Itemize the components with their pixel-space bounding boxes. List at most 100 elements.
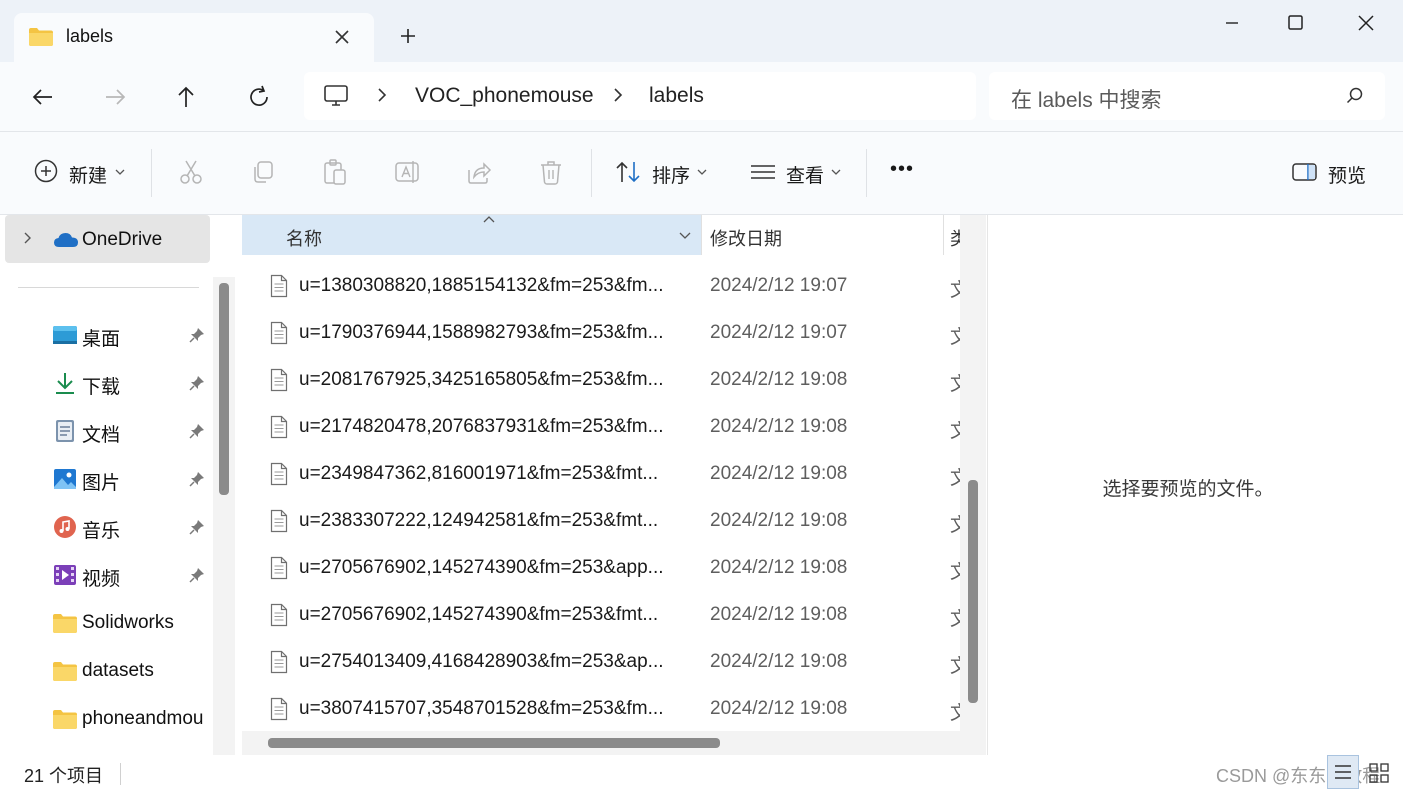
preview-pane-icon[interactable] xyxy=(1291,158,1319,186)
file-name: u=2754013409,4168428903&fm=253&ap... xyxy=(299,651,664,672)
sidebar-item-desktop[interactable]: 桌面 xyxy=(0,312,210,358)
search-icon[interactable] xyxy=(1345,86,1365,106)
chevron-down-icon[interactable] xyxy=(830,167,842,177)
file-type: 文 xyxy=(950,280,960,301)
breadcrumb-voc-phonemouse[interactable]: VOC_phonemouse xyxy=(415,84,594,108)
horizontal-scrollbar[interactable] xyxy=(242,731,960,755)
computer-icon[interactable] xyxy=(322,84,350,108)
delete-icon[interactable] xyxy=(537,158,565,186)
new-plus-icon[interactable] xyxy=(33,158,59,184)
pin-icon[interactable] xyxy=(188,518,206,536)
videos-icon xyxy=(52,562,78,588)
sidebar-item-label: 文档 xyxy=(82,425,121,446)
text-file-icon xyxy=(270,603,288,627)
sidebar-scrollbar[interactable] xyxy=(213,277,235,755)
tiles-view-icon[interactable] xyxy=(1363,755,1395,789)
share-icon[interactable] xyxy=(465,158,493,186)
sidebar-item-phoneandmou[interactable]: phoneandmou xyxy=(0,696,210,742)
minimize-icon[interactable] xyxy=(1212,8,1252,38)
file-name: u=2705676902,145274390&fm=253&fmt... xyxy=(299,604,659,625)
scrollbar-thumb[interactable] xyxy=(219,283,229,495)
more-options-button[interactable]: ••• xyxy=(890,158,914,181)
file-name: u=2383307222,124942581&fm=253&fmt... xyxy=(299,510,659,531)
pin-icon[interactable] xyxy=(188,470,206,488)
sidebar-item-datasets[interactable]: datasets xyxy=(0,648,210,694)
sort-ascending-icon xyxy=(482,215,496,225)
rename-icon[interactable] xyxy=(393,158,421,186)
cut-icon[interactable] xyxy=(177,158,205,186)
chevron-right-icon[interactable] xyxy=(21,231,35,245)
pin-icon[interactable] xyxy=(188,326,206,344)
music-icon xyxy=(52,514,78,540)
sidebar-item-label: 下载 xyxy=(82,377,121,398)
address-bar[interactable]: VOC_phonemouse labels xyxy=(304,72,976,120)
chevron-right-icon[interactable] xyxy=(608,85,628,105)
file-row[interactable]: u=3807415707,3548701528&fm=253&fm... 2024… xyxy=(242,686,960,733)
text-file-icon xyxy=(270,321,288,345)
paste-icon[interactable] xyxy=(321,158,349,186)
view-icon[interactable] xyxy=(749,158,777,186)
tab-labels[interactable]: labels xyxy=(14,13,374,62)
sort-button[interactable]: 排序 xyxy=(652,161,690,188)
file-row[interactable]: u=1790376944,1588982793&fm=253&fm... 2024… xyxy=(242,310,960,357)
file-modified-date: 2024/2/12 19:08 xyxy=(710,369,848,390)
scrollbar-thumb[interactable] xyxy=(268,738,720,748)
search-input[interactable]: 在 labels 中搜索 xyxy=(989,72,1385,120)
search-placeholder: 在 labels 中搜索 xyxy=(1011,89,1162,112)
maximize-icon[interactable] xyxy=(1276,8,1316,38)
file-row[interactable]: u=2174820478,2076837931&fm=253&fm... 2024… xyxy=(242,404,960,451)
pin-icon[interactable] xyxy=(188,566,206,584)
chevron-down-icon[interactable] xyxy=(696,167,708,177)
refresh-icon[interactable] xyxy=(242,80,276,114)
column-header-name[interactable]: 名称 xyxy=(242,215,701,255)
new-tab-button[interactable] xyxy=(394,22,422,50)
column-divider[interactable] xyxy=(701,215,702,255)
close-window-icon[interactable] xyxy=(1346,8,1386,38)
sidebar-item-downloads[interactable]: 下载 xyxy=(0,360,210,406)
file-row[interactable]: u=2705676902,145274390&fm=253&fmt... 2024… xyxy=(242,592,960,639)
file-modified-date: 2024/2/12 19:08 xyxy=(710,604,848,625)
chevron-down-icon[interactable] xyxy=(678,228,692,242)
view-button[interactable]: 查看 xyxy=(786,161,824,188)
sidebar-item-onedrive[interactable]: OneDrive xyxy=(5,215,210,263)
details-view-icon[interactable] xyxy=(1327,755,1359,789)
sidebar-item-label: 桌面 xyxy=(82,329,121,350)
sidebar-item-videos[interactable]: 视频 xyxy=(0,552,210,598)
sidebar-item-solidworks[interactable]: Solidworks xyxy=(0,600,210,646)
file-type: 文 xyxy=(950,468,960,489)
text-file-icon xyxy=(270,509,288,533)
file-modified-date: 2024/2/12 19:08 xyxy=(710,416,848,437)
forward-arrow-icon[interactable] xyxy=(98,80,132,114)
column-divider[interactable] xyxy=(943,215,944,255)
sidebar-item-documents[interactable]: 文档 xyxy=(0,408,210,454)
folder-icon xyxy=(52,610,78,636)
sort-icon[interactable] xyxy=(614,158,642,186)
text-file-icon xyxy=(270,650,288,674)
sidebar-item-pictures[interactable]: 图片 xyxy=(0,456,210,502)
folder-icon xyxy=(28,27,54,47)
file-modified-date: 2024/2/12 19:08 xyxy=(710,651,848,672)
chevron-down-icon[interactable] xyxy=(114,167,126,177)
chevron-right-icon[interactable] xyxy=(372,85,392,105)
pin-icon[interactable] xyxy=(188,422,206,440)
back-arrow-icon[interactable] xyxy=(26,80,60,114)
file-row[interactable]: u=2754013409,4168428903&fm=253&ap... 2024… xyxy=(242,639,960,686)
file-row[interactable]: u=2383307222,124942581&fm=253&fmt... 2024… xyxy=(242,498,960,545)
file-modified-date: 2024/2/12 19:08 xyxy=(710,557,848,578)
file-row[interactable]: u=2081767925,3425165805&fm=253&fm... 2024… xyxy=(242,357,960,404)
vertical-scrollbar[interactable] xyxy=(960,215,986,727)
pin-icon[interactable] xyxy=(188,374,206,392)
up-arrow-icon[interactable] xyxy=(169,80,203,114)
scrollbar-thumb[interactable] xyxy=(968,480,978,703)
copy-icon[interactable] xyxy=(249,158,277,186)
tab-title: labels xyxy=(66,26,114,46)
sidebar-item-music[interactable]: 音乐 xyxy=(0,504,210,550)
file-row[interactable]: u=2349847362,816001971&fm=253&fmt... 2024… xyxy=(242,451,960,498)
column-label: 名称 xyxy=(286,229,322,249)
breadcrumb-labels[interactable]: labels xyxy=(649,84,704,108)
close-tab-icon[interactable] xyxy=(330,25,354,49)
file-row[interactable]: u=1380308820,1885154132&fm=253&fm... 2024… xyxy=(242,263,960,310)
preview-button[interactable]: 预览 xyxy=(1328,161,1366,188)
new-button[interactable]: 新建 xyxy=(69,161,107,188)
file-row[interactable]: u=2705676902,145274390&fm=253&app... 2024… xyxy=(242,545,960,592)
